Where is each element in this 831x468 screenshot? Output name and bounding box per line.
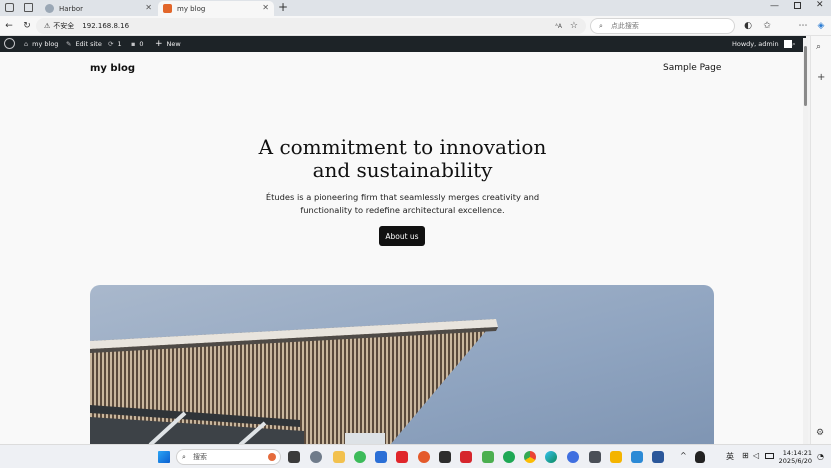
file-explorer-icon[interactable] [333, 451, 345, 463]
qq-icon[interactable] [695, 451, 705, 463]
edge-icon[interactable] [545, 451, 557, 463]
youdao-icon[interactable] [396, 451, 408, 463]
favorites-icon[interactable]: ✩ [761, 20, 773, 32]
start-icon[interactable] [158, 451, 170, 463]
ime-indicator[interactable]: 英 [726, 451, 734, 462]
page-scrollbar[interactable] [803, 38, 808, 444]
hero-description: Études is a pioneering firm that seamles… [265, 192, 540, 215]
back-icon[interactable]: ← [3, 20, 15, 32]
security-label: 不安全 [53, 22, 75, 30]
plus-icon: + [155, 39, 163, 49]
brush-icon: ✎ [66, 40, 72, 48]
nav-link-sample-page[interactable]: Sample Page [663, 63, 721, 73]
edge-sidebar: ⌕ + ⚙ [810, 36, 831, 444]
notification-bell-icon[interactable]: ◔ [817, 452, 824, 461]
taskview-icon[interactable] [288, 451, 300, 463]
vscode-icon[interactable] [631, 451, 643, 463]
app-icon[interactable] [460, 451, 472, 463]
more-menu-icon[interactable]: ⋯ [797, 20, 809, 32]
home-icon: ⌂ [24, 40, 29, 48]
refresh-icon[interactable]: ↻ [21, 20, 33, 32]
tab-label: Harbor [59, 4, 84, 13]
close-window-button[interactable]: ✕ [816, 0, 824, 10]
wp-admin-bar: ⌂ my blog ✎ Edit site ⟳ 1 ▪ 0 + New Howd… [0, 36, 806, 52]
page-viewport: my blog Sample Page A commitment to inno… [0, 52, 806, 444]
tab-actions-icon[interactable] [24, 3, 33, 12]
admin-search-icon[interactable]: ⌕ [792, 36, 796, 52]
admin-site-label: my blog [32, 40, 59, 48]
taskbar-search-input[interactable]: ⌕ 搜索 [176, 449, 281, 465]
minimize-button[interactable]: — [770, 1, 779, 11]
scrollbar-thumb[interactable] [804, 46, 807, 106]
tab-label: my blog [177, 4, 206, 13]
read-aloud-icon[interactable]: ᴬA [555, 23, 562, 30]
edit-site-link[interactable]: ✎ Edit site [66, 36, 102, 52]
comment-icon: ▪ [131, 40, 136, 48]
search-icon: ⌕ [599, 21, 603, 30]
address-field[interactable]: ⚠ 不安全 192.168.8.16 ᴬA ☆ [36, 18, 586, 34]
new-label: New [166, 40, 181, 48]
restore-button[interactable] [794, 2, 801, 9]
app-icon[interactable] [567, 451, 579, 463]
chrome-icon[interactable] [524, 451, 536, 463]
app-icon[interactable] [610, 451, 622, 463]
comments-link[interactable]: ▪ 0 [131, 36, 144, 52]
wechat-icon[interactable] [354, 451, 366, 463]
account-menu[interactable]: Howdy, admin [732, 36, 792, 52]
workspaces-icon[interactable] [5, 3, 14, 12]
updates-icon: ⟳ [108, 40, 114, 48]
about-us-button[interactable]: About us [379, 226, 425, 246]
warning-icon: ⚠ [44, 22, 51, 30]
clock-time: 14:14:21 [782, 449, 812, 457]
extensions-icon[interactable]: ◐ [742, 20, 754, 32]
comments-count: 0 [139, 40, 144, 48]
app-icon[interactable] [589, 451, 601, 463]
favorite-star-icon[interactable]: ☆ [570, 21, 578, 31]
sidebar-search-icon[interactable]: ⌕ [816, 42, 821, 52]
gitlab-favicon-icon [163, 4, 172, 13]
edit-site-label: Edit site [75, 40, 102, 48]
word-icon[interactable] [652, 451, 664, 463]
tab-harbor[interactable]: Harbor ✕ [40, 1, 157, 16]
admin-avatar [783, 40, 792, 48]
battery-icon[interactable] [765, 453, 774, 459]
close-tab-icon[interactable]: ✕ [262, 3, 269, 12]
app-icon[interactable] [439, 451, 451, 463]
site-title[interactable]: my blog [90, 63, 135, 74]
sidebar-add-icon[interactable]: + [817, 72, 825, 83]
updates-link[interactable]: ⟳ 1 [108, 36, 122, 52]
admin-site-link[interactable]: ⌂ my blog [24, 36, 58, 52]
new-tab-button[interactable]: + [278, 0, 288, 14]
search-placeholder: 点此搜索 [610, 22, 639, 30]
tab-my-blog[interactable]: my blog ✕ [158, 1, 274, 16]
search-input[interactable]: ⌕ 点此搜索 [590, 18, 735, 34]
updates-count: 1 [117, 40, 122, 48]
search-highlight-icon [268, 453, 276, 461]
copilot-icon[interactable]: ◈ [815, 20, 827, 32]
network-icon[interactable]: ⊞ [742, 451, 749, 460]
sidebar-settings-icon[interactable]: ⚙ [816, 428, 824, 438]
browser-tab-strip: Harbor ✕ my blog ✕ + — ✕ [0, 0, 831, 16]
hero-heading: A commitment to innovation and sustainab… [258, 135, 547, 182]
app-icon[interactable] [503, 451, 515, 463]
harbor-favicon-icon [45, 4, 54, 13]
howdy-label: Howdy, admin [732, 40, 779, 48]
search-icon: ⌕ [182, 452, 186, 461]
new-content-link[interactable]: + New [155, 36, 181, 52]
app-icon[interactable] [375, 451, 387, 463]
app-icon[interactable] [418, 451, 430, 463]
clock-date: 2025/6/20 [778, 457, 812, 465]
windows-taskbar: ⌕ 搜索 ^ 英 ⊞ ◁ 14:14:21 2025/6/20 ◔ [0, 444, 831, 468]
app-icon[interactable] [482, 451, 494, 463]
settings-app-icon[interactable] [310, 451, 322, 463]
volume-icon[interactable]: ◁ [753, 451, 759, 460]
url-text: 192.168.8.16 [82, 22, 130, 30]
address-toolbar: ← ↻ ⚠ 不安全 192.168.8.16 ᴬA ☆ ⌕ 点此搜索 ◐ ✩ ⋯… [0, 16, 831, 48]
taskbar-search-placeholder: 搜索 [193, 453, 207, 461]
wp-logo-icon[interactable] [4, 38, 15, 49]
close-tab-icon[interactable]: ✕ [145, 3, 152, 12]
tray-chevron-icon[interactable]: ^ [680, 451, 687, 460]
system-clock[interactable]: 14:14:21 2025/6/20 [776, 449, 812, 465]
hero-image [90, 285, 714, 444]
